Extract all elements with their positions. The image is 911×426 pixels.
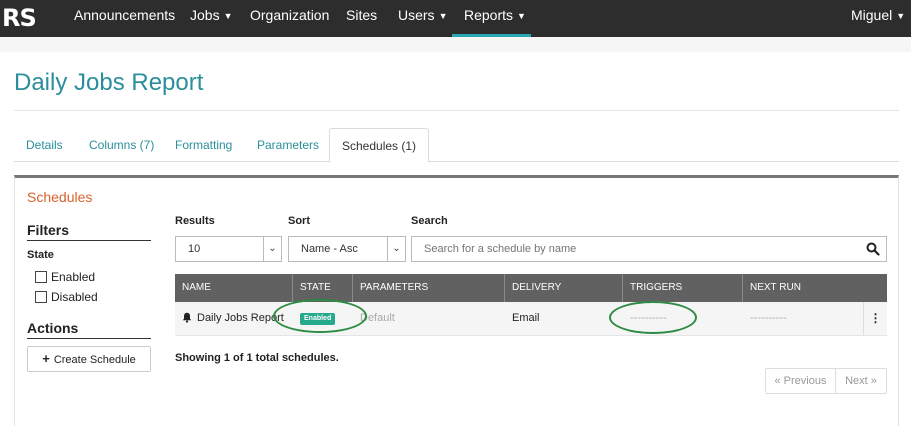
column-header-next-run[interactable]: NEXT RUN xyxy=(743,274,887,302)
filter-enabled-checkbox[interactable]: Enabled xyxy=(35,270,95,284)
chevron-down-icon: ⌄ xyxy=(263,237,281,261)
page-title: Daily Jobs Report xyxy=(14,69,204,96)
nav-jobs-label: Jobs xyxy=(190,7,220,23)
filter-disabled-label: Disabled xyxy=(51,290,98,304)
caret-down-icon: ▼ xyxy=(517,11,526,21)
user-name: Miguel xyxy=(851,7,893,23)
next-page-button[interactable]: Next » xyxy=(836,369,886,393)
chevron-down-icon: ⌄ xyxy=(387,237,405,261)
plus-icon: + xyxy=(42,351,50,366)
results-summary: Showing 1 of 1 total schedules. xyxy=(175,352,339,364)
caret-down-icon: ▼ xyxy=(438,11,448,21)
sort-value: Name - Asc xyxy=(301,243,358,255)
sort-select[interactable]: Name - Asc ⌄ xyxy=(288,236,406,262)
create-schedule-button[interactable]: + Create Schedule xyxy=(27,346,151,372)
checkbox-icon[interactable] xyxy=(35,291,47,303)
app-logo[interactable]: RS xyxy=(0,0,37,37)
search-label: Search xyxy=(411,215,448,227)
results-select[interactable]: 10 ⌄ xyxy=(175,236,282,262)
panel-title: Schedules xyxy=(27,189,93,205)
caret-down-icon: ▼ xyxy=(223,11,233,21)
report-tabs: Details Columns (7) Formatting Parameter… xyxy=(14,128,899,163)
nav-announcements-label: Announcements xyxy=(74,7,176,23)
row-triggers-cell: ---------- xyxy=(630,312,667,324)
nav-jobs[interactable]: Jobs ▼ xyxy=(190,0,233,37)
tab-schedules[interactable]: Schedules (1) xyxy=(329,128,430,163)
state-filter-label: State xyxy=(27,249,54,261)
row-delivery-cell: Email xyxy=(512,312,540,324)
nav-sites-label: Sites xyxy=(346,7,378,23)
nav-users[interactable]: Users ▼ xyxy=(398,0,447,37)
search-input[interactable] xyxy=(412,237,860,261)
sort-label: Sort xyxy=(288,215,310,227)
status-badge: Enabled xyxy=(300,313,336,325)
table-header: NAME STATE PARAMETERS DELIVERY TRIGGERS … xyxy=(175,274,887,302)
tab-columns[interactable]: Columns (7) xyxy=(77,128,166,162)
schedules-panel: Schedules Filters State Enabled Disabled… xyxy=(14,175,899,426)
table-row[interactable]: Daily Jobs Report Enabled Default Email … xyxy=(175,302,887,336)
caret-down-icon: ▼ xyxy=(896,11,906,21)
column-header-state[interactable]: STATE xyxy=(293,274,353,302)
column-header-delivery[interactable]: DELIVERY xyxy=(505,274,623,302)
checkbox-icon[interactable] xyxy=(35,271,47,283)
filter-disabled-checkbox[interactable]: Disabled xyxy=(35,290,98,304)
actions-heading: Actions xyxy=(27,320,151,339)
row-state-cell: Enabled xyxy=(293,302,336,335)
filter-enabled-label: Enabled xyxy=(51,270,96,284)
nav-sites[interactable]: Sites xyxy=(346,0,377,37)
column-header-name[interactable]: NAME xyxy=(175,274,293,302)
row-name-cell[interactable]: Daily Jobs Report xyxy=(175,302,284,335)
schedule-name: Daily Jobs Report xyxy=(197,312,284,324)
nav-users-label: Users xyxy=(398,7,435,23)
nav-active-indicator xyxy=(452,34,531,37)
row-next-run-cell: ---------- xyxy=(750,312,787,324)
results-label: Results xyxy=(175,215,215,227)
bell-icon xyxy=(182,312,192,323)
nav-organization[interactable]: Organization xyxy=(250,0,329,37)
filters-heading: Filters xyxy=(27,222,151,241)
pagination: « Previous Next » xyxy=(765,368,887,394)
top-navbar: RS Announcements Jobs ▼ Organization Site… xyxy=(0,0,911,37)
page-card: Daily Jobs Report Details Columns (7) Fo… xyxy=(0,52,911,426)
column-header-parameters[interactable]: PARAMETERS xyxy=(353,274,505,302)
column-header-triggers[interactable]: TRIGGERS xyxy=(623,274,743,302)
search-box xyxy=(411,236,887,262)
nav-announcements[interactable]: Announcements xyxy=(74,0,175,37)
search-icon[interactable] xyxy=(866,242,880,256)
nav-reports[interactable]: Reports ▼ xyxy=(464,0,526,37)
tab-parameters[interactable]: Parameters xyxy=(245,128,331,162)
create-schedule-label: Create Schedule xyxy=(53,354,136,366)
results-value: 10 xyxy=(188,243,201,255)
previous-page-button[interactable]: « Previous xyxy=(766,369,836,393)
nav-organization-label: Organization xyxy=(250,7,330,23)
title-divider xyxy=(14,110,899,111)
tab-formatting[interactable]: Formatting xyxy=(163,128,244,162)
nav-reports-label: Reports xyxy=(464,7,514,23)
row-parameters-cell: Default xyxy=(360,312,395,324)
kebab-menu-icon[interactable]: ⋮ xyxy=(863,302,887,335)
user-menu[interactable]: Miguel ▼ xyxy=(851,0,905,37)
tab-details[interactable]: Details xyxy=(14,128,75,162)
